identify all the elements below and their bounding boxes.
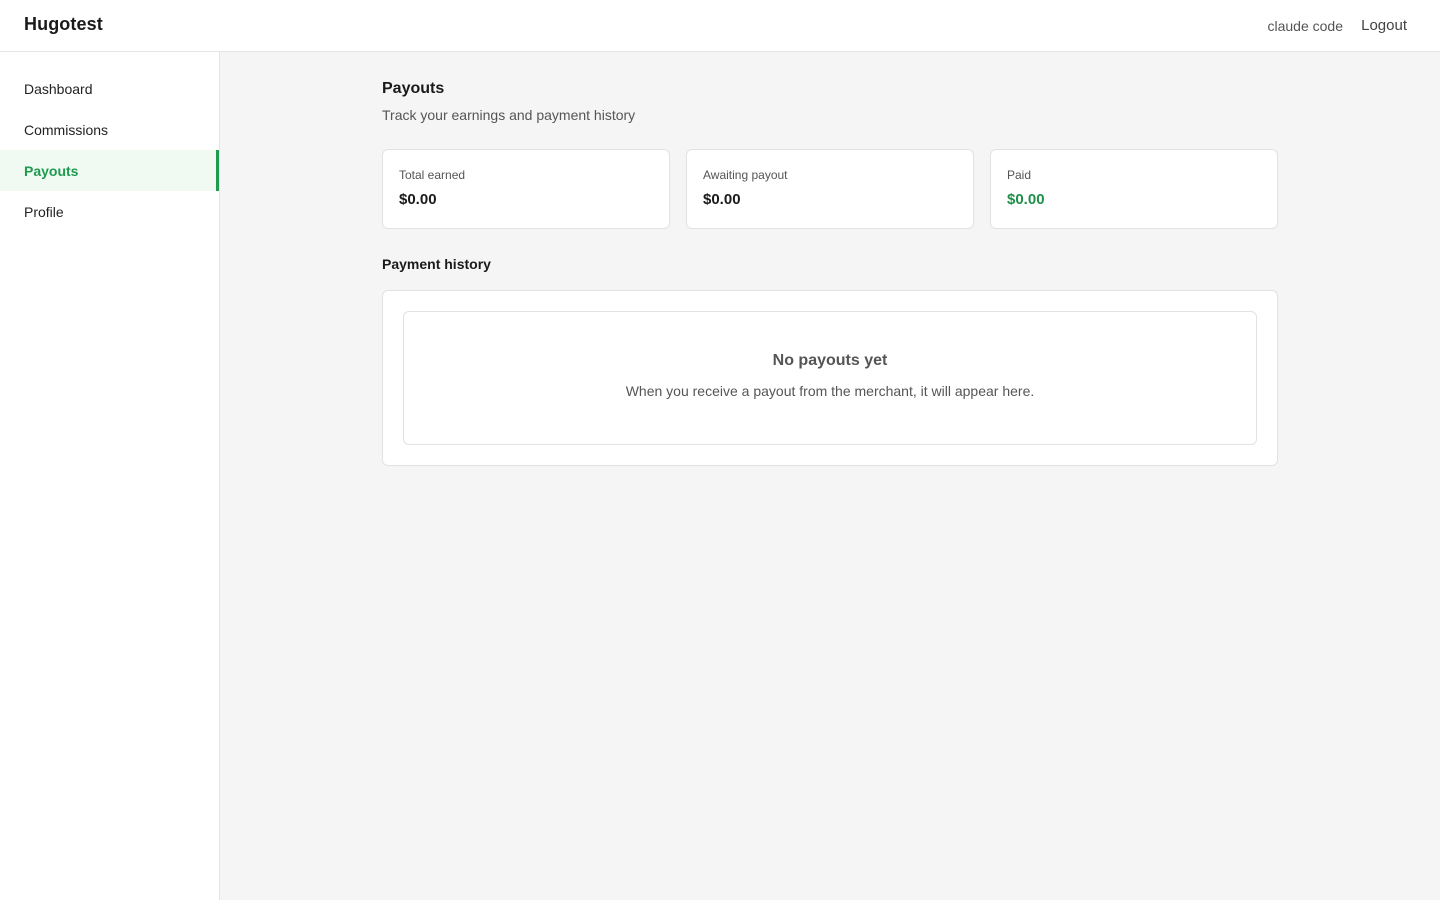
stat-card-awaiting-payout: Awaiting payout $0.00: [686, 149, 974, 229]
stats-row: Total earned $0.00 Awaiting payout $0.00…: [382, 149, 1278, 229]
header-user-name: claude code: [1267, 18, 1343, 34]
stat-label: Paid: [1007, 168, 1032, 182]
sidebar-item-profile[interactable]: Profile: [0, 191, 219, 232]
empty-state-title: No payouts yet: [772, 351, 888, 369]
sidebar-item-commissions[interactable]: Commissions: [0, 109, 219, 150]
stat-value: $0.00: [399, 191, 437, 208]
logout-button[interactable]: Logout: [1361, 17, 1407, 34]
stat-label: Awaiting payout: [703, 168, 788, 182]
stat-value: $0.00: [1007, 191, 1045, 208]
section-title-payment-history: Payment history: [382, 256, 491, 272]
brand-logo[interactable]: Hugotest: [24, 14, 103, 35]
stat-card-paid: Paid $0.00: [990, 149, 1278, 229]
top-header: Hugotest claude code Logout: [0, 0, 1440, 52]
sidebar-nav: Dashboard Commissions Payouts Profile: [0, 52, 219, 232]
sidebar-item-payouts[interactable]: Payouts: [0, 150, 219, 191]
stat-card-total-earned: Total earned $0.00: [382, 149, 670, 229]
sidebar: Dashboard Commissions Payouts Profile: [0, 52, 220, 900]
page-subtitle: Track your earnings and payment history: [382, 107, 636, 123]
stat-label: Total earned: [399, 168, 466, 182]
stat-value: $0.00: [703, 191, 741, 208]
payment-history-panel: No payouts yet When you receive a payout…: [382, 290, 1278, 466]
sidebar-item-dashboard[interactable]: Dashboard: [0, 68, 219, 109]
empty-state: No payouts yet When you receive a payout…: [403, 311, 1257, 445]
empty-state-text: When you receive a payout from the merch…: [625, 382, 1035, 399]
page-title: Payouts: [382, 80, 445, 97]
